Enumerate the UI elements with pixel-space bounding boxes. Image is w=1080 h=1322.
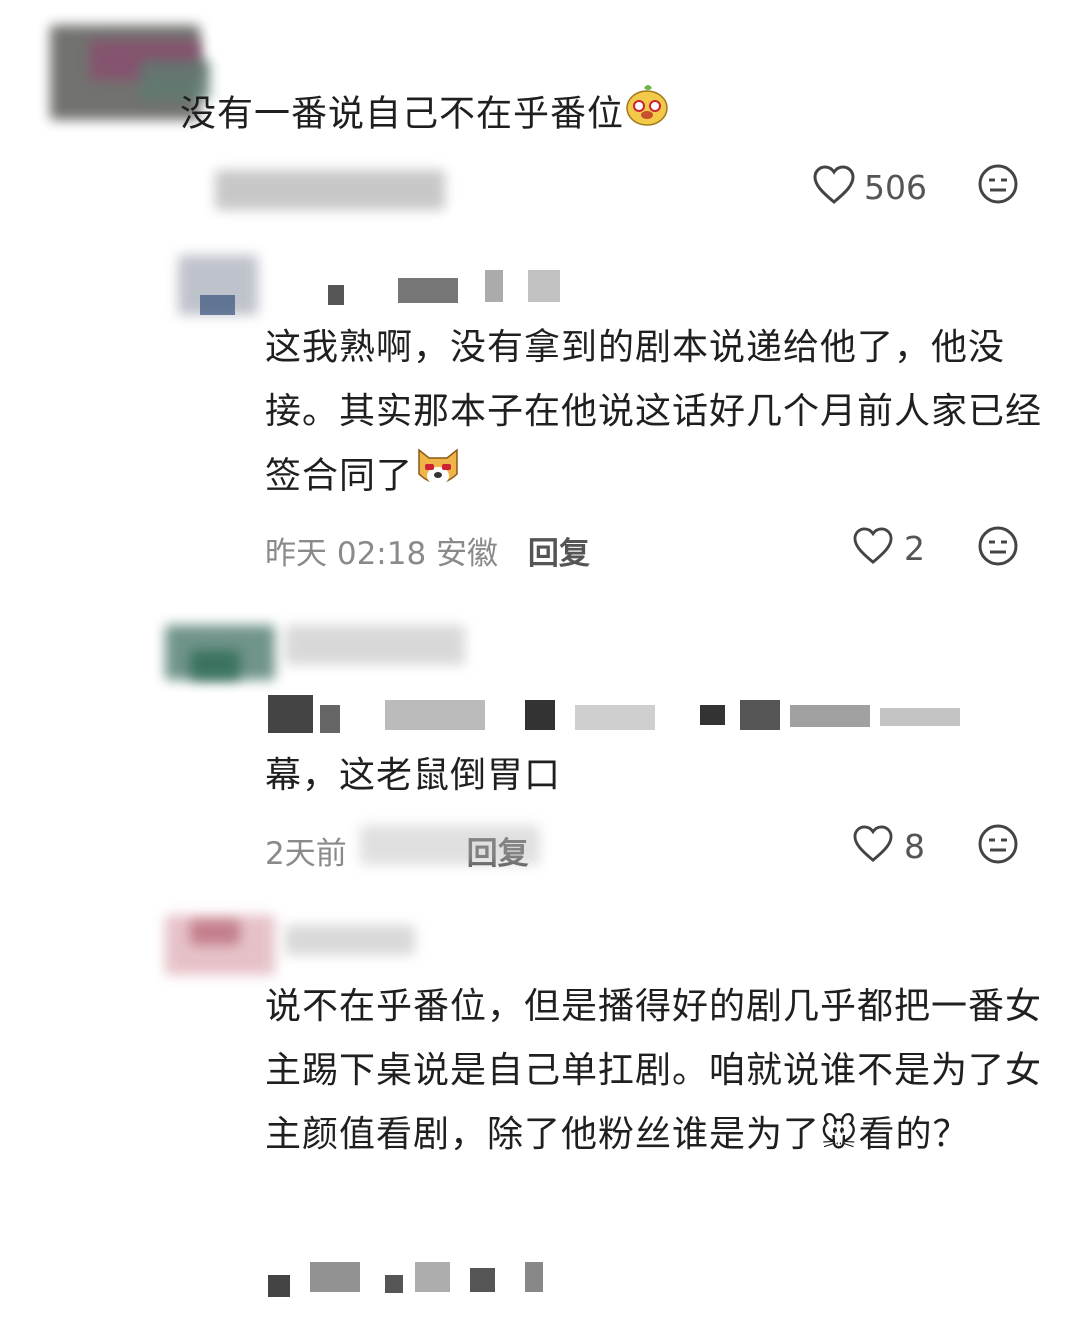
more-button[interactable] <box>975 163 1021 209</box>
comment-text: 说不在乎番位，但是播得好的剧几乎都把一番女主踢下桌说是自己单扛剧。咱就说谁不是为… <box>265 986 1043 1155</box>
like-button[interactable]: 2 <box>852 525 925 571</box>
like-count: 506 <box>864 167 927 207</box>
heart-outline-icon <box>852 527 894 569</box>
comment-text: 没有一番说自己不在乎番位 <box>180 82 740 149</box>
more-button[interactable] <box>975 525 1021 571</box>
comment-meta: 昨天 02:18 安徽 回复 <box>265 536 590 572</box>
like-button[interactable]: 506 <box>812 162 927 212</box>
heart-outline-icon <box>852 825 894 867</box>
bear-emoji-icon <box>624 82 670 149</box>
like-count: 8 <box>904 826 925 866</box>
comment-text: 这我熟啊，没有拿到的剧本说递给他了，他没接。其实那本子在他说这话好几个月前人家已… <box>265 316 1055 511</box>
dog-emoji-icon <box>413 444 463 511</box>
comment-text-tail: 幕，这老鼠倒胃口 <box>265 755 562 796</box>
neutral-face-icon <box>977 163 1019 209</box>
meta-redaction <box>360 825 540 865</box>
like-button[interactable]: 8 <box>852 823 925 869</box>
neutral-face-icon <box>977 823 1019 869</box>
reply-button[interactable]: 回复 <box>528 536 590 572</box>
more-button[interactable] <box>975 823 1021 869</box>
neutral-face-icon <box>977 525 1019 571</box>
like-count: 2 <box>904 528 925 568</box>
heart-outline-icon <box>812 165 856 209</box>
